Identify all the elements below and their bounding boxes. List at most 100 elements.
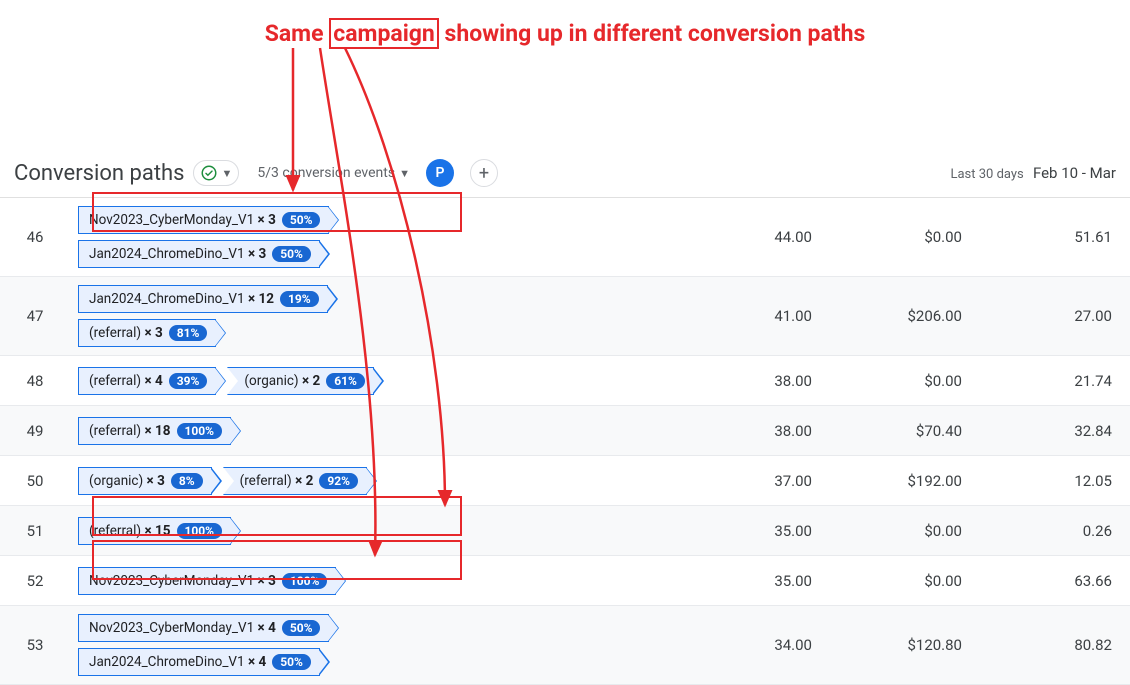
touchpoint-label: Nov2023_CyberMonday_V1 × 3 (89, 212, 276, 228)
row-index: 49 (0, 422, 70, 440)
touchpoint-percent-badge: 81% (169, 325, 208, 341)
touchpoint-multiplier: × 2 (299, 373, 321, 389)
row-index: 50 (0, 472, 70, 490)
table-row[interactable]: 48(referral) × 439%(organic) × 261%38.00… (0, 356, 1130, 406)
path-cell: Jan2024_ChromeDino_V1 × 1219%(referral) … (70, 277, 680, 355)
row-index: 51 (0, 522, 70, 540)
touchpoint-multiplier: × 3 (143, 473, 165, 489)
date-range-picker[interactable]: Last 30 days Feb 10 - Mar (950, 164, 1116, 182)
table-row[interactable]: 53Nov2023_CyberMonday_V1 × 450%Jan2024_C… (0, 606, 1130, 685)
status-check-pill[interactable]: ▼ (193, 160, 240, 186)
metric-cell: $0.00 (830, 372, 980, 390)
touchpoint-percent-badge: 50% (282, 620, 321, 636)
touchpoint-chip[interactable]: Jan2024_ChromeDino_V1 × 3 50% (78, 240, 320, 268)
table-row[interactable]: 52Nov2023_CyberMonday_V1 × 3100%35.00$0.… (0, 556, 1130, 606)
conversion-events-dropdown[interactable]: 5/3 conversion events ▼ (257, 165, 410, 181)
touchpoint-multiplier: × 15 (141, 523, 170, 539)
touchpoint-percent-badge: 61% (326, 373, 365, 389)
path-cell: Nov2023_CyberMonday_V1 × 450%Jan2024_Chr… (70, 606, 680, 684)
metric-cell: $0.00 (830, 572, 980, 590)
row-index: 52 (0, 572, 70, 590)
touchpoint-label: Jan2024_ChromeDino_V1 × 4 (89, 654, 266, 670)
touchpoint-chip[interactable]: (organic) × 38% (78, 467, 212, 495)
touchpoint-multiplier: × 12 (245, 291, 274, 307)
events-label: 5/3 conversion events (257, 165, 395, 181)
touchpoint-chip[interactable]: Jan2024_ChromeDino_V1 × 4 50% (78, 648, 320, 676)
metric-cell: $120.80 (830, 636, 980, 654)
touchpoint-chip[interactable]: (referral) × 4 39% (78, 367, 216, 395)
touchpoint-label: (referral) × 3 (89, 325, 163, 341)
path-cell: (referral) × 15 100% (70, 509, 680, 553)
row-index: 47 (0, 307, 70, 325)
metric-cell: $70.40 (830, 422, 980, 440)
date-range-prefix: Last 30 days (950, 167, 1023, 182)
path-line: (referral) × 3 81% (78, 319, 216, 347)
touchpoint-label: Nov2023_CyberMonday_V1 × 4 (89, 620, 276, 636)
metric-cell: 21.74 (980, 372, 1130, 390)
metric-cell: 27.00 (980, 307, 1130, 325)
row-index: 46 (0, 228, 70, 246)
metric-cell: 38.00 (680, 372, 830, 390)
touchpoint-multiplier: × 18 (141, 423, 170, 439)
path-line: Jan2024_ChromeDino_V1 × 4 50% (78, 648, 320, 676)
metric-cell: 35.00 (680, 522, 830, 540)
annotation-suffix: showing up in different conversion paths (439, 20, 865, 47)
touchpoint-chip[interactable]: Nov2023_CyberMonday_V1 × 3100% (78, 567, 336, 595)
report-header: Conversion paths ▼ 5/3 conversion events… (0, 149, 1130, 198)
touchpoint-percent-badge: 100% (177, 423, 223, 439)
touchpoint-chip[interactable]: (referral) × 15 100% (78, 517, 231, 545)
touchpoint-multiplier: × 3 (245, 246, 267, 262)
touchpoint-multiplier: × 3 (254, 212, 276, 228)
path-cell: Nov2023_CyberMonday_V1 × 350%Jan2024_Chr… (70, 198, 680, 276)
add-filter-button[interactable]: + (470, 159, 498, 187)
touchpoint-percent-badge: 19% (280, 291, 319, 307)
touchpoint-chip[interactable]: Jan2024_ChromeDino_V1 × 1219% (78, 285, 328, 313)
touchpoint-chip[interactable]: (referral) × 18100% (78, 417, 231, 445)
touchpoint-label: (referral) × 15 (89, 523, 171, 539)
row-index: 53 (0, 636, 70, 654)
metric-cell: 32.84 (980, 422, 1130, 440)
touchpoint-label: Jan2024_ChromeDino_V1 × 3 (89, 246, 266, 262)
metric-cell: 51.61 (980, 228, 1130, 246)
annotation-heading: Same campaign showing up in different co… (0, 0, 1130, 49)
metric-cell: $206.00 (830, 307, 980, 325)
path-line: Nov2023_CyberMonday_V1 × 4 50% (78, 614, 329, 642)
touchpoint-label: (referral) × 4 (89, 373, 163, 389)
metric-cell: 63.66 (980, 572, 1130, 590)
table-row[interactable]: 50(organic) × 38%(referral) × 292%37.00$… (0, 456, 1130, 506)
table-row[interactable]: 46Nov2023_CyberMonday_V1 × 350%Jan2024_C… (0, 198, 1130, 277)
table-row[interactable]: 49(referral) × 18100%38.00$70.4032.84 (0, 406, 1130, 456)
touchpoint-chip[interactable]: Nov2023_CyberMonday_V1 × 350% (78, 206, 329, 234)
touchpoint-percent-badge: 8% (171, 473, 203, 489)
path-line: (referral) × 4 39% (organic) × 2 61% (78, 367, 374, 395)
metric-cell: 37.00 (680, 472, 830, 490)
path-line: Jan2024_ChromeDino_V1 × 1219% (78, 285, 328, 313)
touchpoint-percent-badge: 92% (319, 473, 358, 489)
chevron-down-icon: ▼ (399, 167, 410, 180)
metric-cell: $192.00 (830, 472, 980, 490)
touchpoint-chip[interactable]: (organic) × 2 61% (227, 367, 373, 395)
paid-filter-chip[interactable]: P (426, 159, 454, 187)
metric-cell: $0.00 (830, 228, 980, 246)
touchpoint-label: (organic) × 2 (244, 373, 320, 389)
touchpoint-label: (referral) × 2 (240, 473, 314, 489)
path-line: (referral) × 18100% (78, 417, 231, 445)
annotation-prefix: Same (265, 20, 330, 47)
touchpoint-percent-badge: 50% (272, 654, 311, 670)
touchpoint-percent-badge: 100% (177, 523, 223, 539)
date-range-value: Feb 10 - Mar (1033, 164, 1116, 182)
touchpoint-multiplier: × 4 (141, 373, 163, 389)
touchpoint-multiplier: × 2 (292, 473, 314, 489)
table-row[interactable]: 47Jan2024_ChromeDino_V1 × 1219%(referral… (0, 277, 1130, 356)
metric-cell: 0.26 (980, 522, 1130, 540)
touchpoint-chip[interactable]: (referral) × 2 92% (223, 467, 367, 495)
touchpoint-percent-badge: 100% (282, 573, 328, 589)
table-row[interactable]: 51(referral) × 15100%35.00$0.000.26 (0, 506, 1130, 556)
path-line: Nov2023_CyberMonday_V1 × 3100% (78, 567, 336, 595)
annotation-boxed-word: campaign (329, 18, 439, 49)
metric-cell: 44.00 (680, 228, 830, 246)
touchpoint-chip[interactable]: (referral) × 3 81% (78, 319, 216, 347)
touchpoint-chip[interactable]: Nov2023_CyberMonday_V1 × 4 50% (78, 614, 329, 642)
touchpoint-percent-badge: 50% (272, 246, 311, 262)
touchpoint-percent-badge: 39% (169, 373, 208, 389)
